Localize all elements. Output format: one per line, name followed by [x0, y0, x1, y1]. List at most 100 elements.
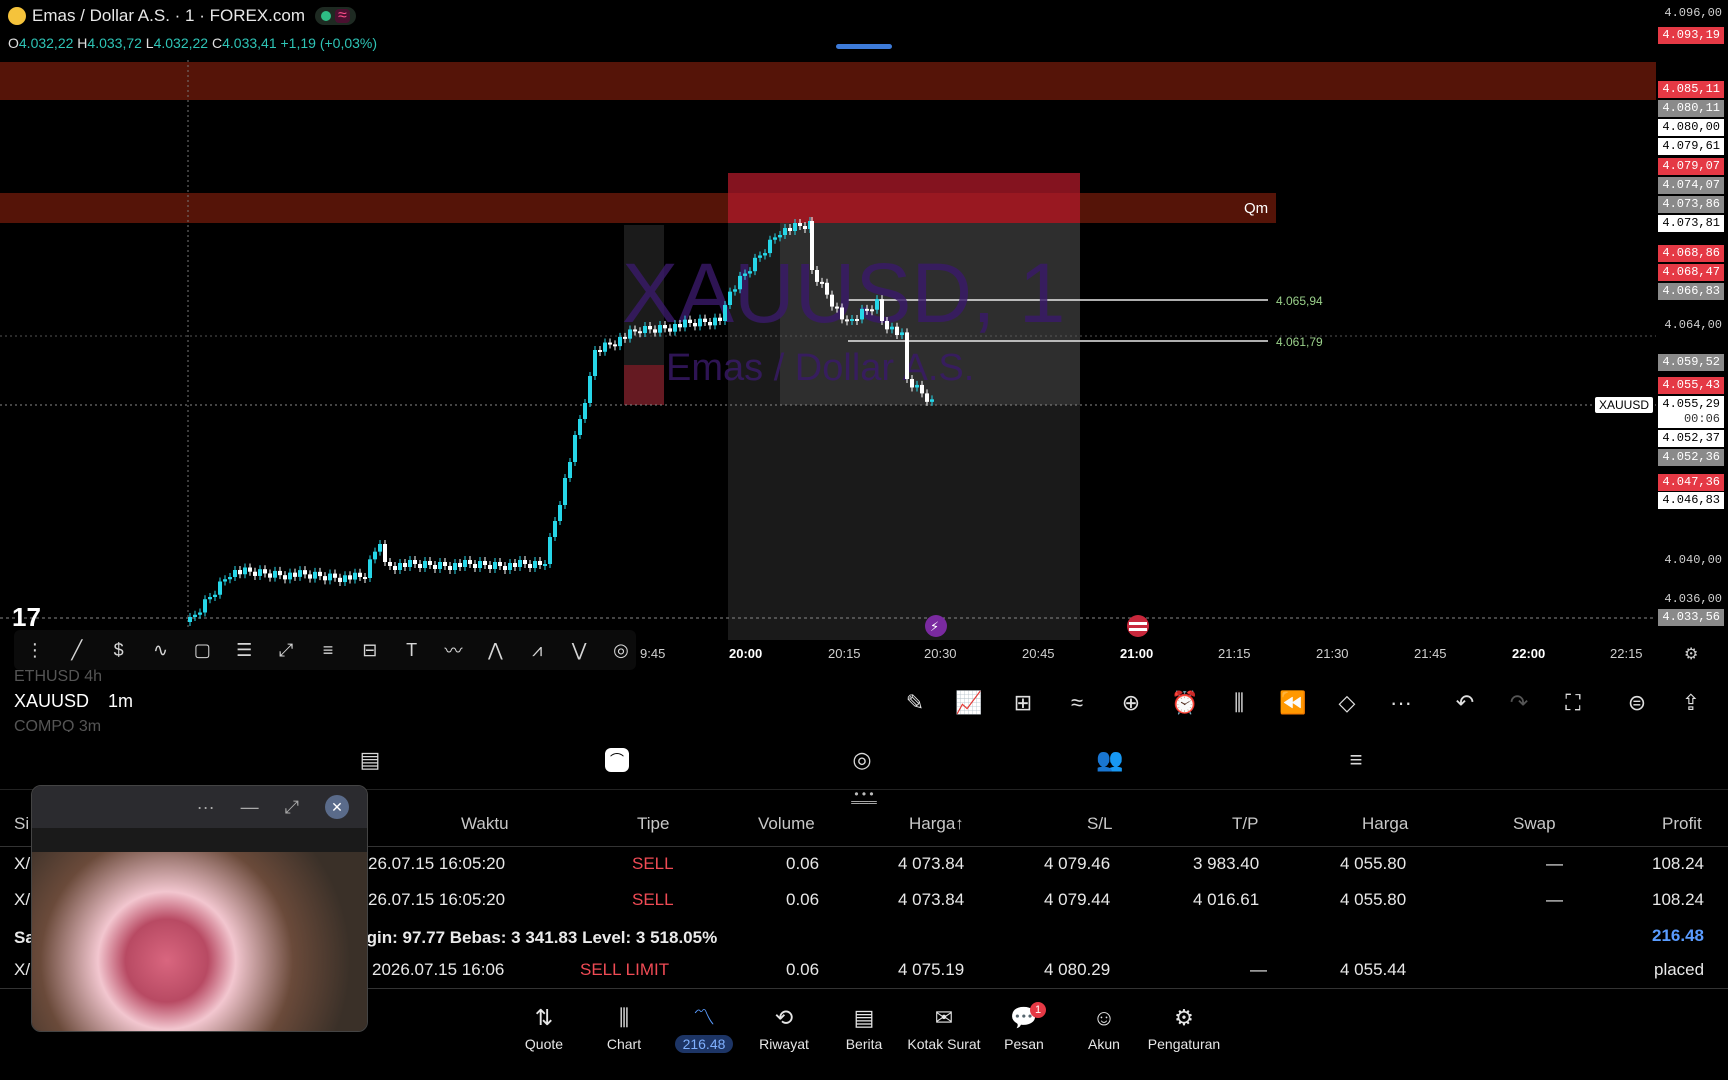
nav-mailbox[interactable]: ✉ Kotak Surat	[902, 1004, 986, 1052]
bar-countdown: 00:06	[1658, 411, 1724, 428]
nav-settings[interactable]: ⚙ Pengaturan	[1142, 1004, 1226, 1052]
watchlist-icon[interactable]: ▤	[354, 744, 386, 776]
pencil-icon[interactable]: ✎	[900, 688, 930, 718]
drag-dots-icon[interactable]: ⋮	[20, 635, 50, 666]
time-label: 20:30	[924, 646, 957, 661]
price-label: 4.085,11	[1658, 81, 1724, 98]
col-swap[interactable]: Swap	[1513, 814, 1556, 834]
candle-body	[543, 564, 547, 566]
price-label-icon[interactable]: $	[104, 635, 134, 666]
curve-icon[interactable]: ∿	[146, 635, 176, 666]
price-label: 4.068,47	[1658, 264, 1724, 281]
community-icon[interactable]: 👥	[1094, 744, 1126, 776]
replay-icon[interactable]: ⏪	[1278, 688, 1308, 718]
close-icon[interactable]: ✕	[325, 795, 349, 819]
pattern-icon[interactable]: ⋀	[480, 635, 510, 666]
col-profit[interactable]: Profit	[1662, 814, 1702, 834]
picture-in-picture[interactable]: ··· — ⤢ ✕	[31, 785, 368, 1032]
col-price[interactable]: Harga↑	[909, 814, 964, 834]
col-tp[interactable]: T/P	[1232, 814, 1258, 834]
row-current-price: 4 055.80	[1340, 854, 1407, 873]
price-label: 4.073,86	[1658, 196, 1724, 213]
elliott-icon[interactable]: ⋁	[564, 635, 594, 666]
grid-icon[interactable]: ⊞	[1008, 688, 1038, 718]
indicators-icon[interactable]: 📈	[954, 688, 984, 718]
candle-body	[413, 560, 417, 564]
explore-icon[interactable]: ◎	[846, 744, 878, 776]
candle-body	[208, 597, 212, 600]
symbol-row[interactable]: ETHUSD 4h XAUUSD 1m COMPQ 3m ✎ 📈 ⊞ ≈ ⊕ ⏰…	[0, 668, 1728, 735]
layers-icon[interactable]: ◇	[1332, 688, 1362, 718]
drawing-toolbar[interactable]: ⋮ ╱ $ ∿ ▢ ☰ ⤢ ≡ ⊟ T 〰 ⋀ ⩘ ⋁ ◎	[14, 630, 636, 670]
ray-icon[interactable]: ⤢	[271, 635, 301, 666]
rectangle-icon[interactable]: ▢	[187, 635, 217, 666]
candle-body	[648, 326, 652, 330]
nav-news[interactable]: ▤ Berita	[822, 1004, 906, 1052]
pip-controls[interactable]: ··· — ⤢ ✕	[32, 786, 367, 828]
nav-chart[interactable]: ⫼ Chart	[582, 1004, 666, 1052]
share-icon[interactable]: ⇪	[1676, 688, 1706, 718]
candle-body	[603, 342, 607, 352]
nav-quote[interactable]: ⇅ Quote	[502, 1004, 586, 1052]
snapshot-icon[interactable]: ⊜	[1622, 688, 1652, 718]
current-symbol[interactable]: XAUUSD	[14, 691, 89, 712]
parallel-icon[interactable]: ⊟	[355, 635, 385, 666]
expand-icon[interactable]: ⤢	[285, 797, 299, 818]
alarm-icon[interactable]: ⏰	[1170, 688, 1200, 718]
candle-body	[778, 235, 782, 238]
add-icon[interactable]: ⊕	[1116, 688, 1146, 718]
row-volume: 0.06	[786, 854, 820, 873]
candle-body	[613, 344, 617, 347]
target-icon[interactable]: ◎	[606, 635, 636, 666]
abcd-icon[interactable]: ⩘	[522, 635, 552, 666]
candle-type-icon[interactable]: ⫼	[1224, 688, 1254, 718]
fullscreen-icon[interactable]: ⛶	[1558, 688, 1588, 718]
col-time[interactable]: Waktu	[461, 814, 509, 834]
col-type[interactable]: Tipe	[637, 814, 669, 834]
more-icon[interactable]: ···	[1386, 688, 1416, 718]
minimize-icon[interactable]: —	[241, 797, 259, 818]
market-status[interactable]: ≈	[315, 7, 356, 25]
text-tool-icon[interactable]: T	[397, 635, 427, 666]
candle-body	[268, 573, 272, 578]
menu-icon[interactable]: ≡	[1340, 744, 1372, 776]
chart-area[interactable]: XAUUSD, 1 Emas / Dollar A.S. 4.065,94 4.…	[0, 0, 1728, 672]
candle-body	[850, 319, 854, 321]
path-icon[interactable]: 〰	[439, 635, 469, 666]
split-handle[interactable]: • • • ═══	[835, 788, 893, 808]
undo-icon[interactable]: ↶	[1450, 688, 1480, 718]
col-symbol[interactable]: Si	[14, 814, 29, 834]
candle-body	[658, 325, 662, 333]
settings-icon[interactable]: ⚙	[1684, 644, 1698, 664]
chart-nav-icon[interactable]: ⌒	[605, 748, 629, 772]
chart-nav[interactable]: ▤ ⌒ ◎ 👥 ≡	[0, 732, 1728, 790]
pip-video[interactable]	[32, 852, 367, 1031]
redo-icon[interactable]: ↷	[1504, 688, 1534, 718]
candle-body	[418, 564, 422, 568]
col-current-price[interactable]: Harga	[1362, 814, 1408, 834]
chart-header[interactable]: Emas / Dollar A.S. · 1 · FOREX.com ≈	[8, 6, 356, 26]
candle-body	[825, 282, 829, 295]
candle-body	[263, 569, 267, 574]
candle-body	[388, 562, 392, 566]
nav-messages[interactable]: 💬 Pesan 1	[982, 1002, 1066, 1052]
compare-icon[interactable]: ≈	[1062, 688, 1092, 718]
nav-trade[interactable]: 〽 216.48	[662, 1004, 746, 1053]
candle-body	[238, 570, 242, 575]
candle-body	[468, 560, 472, 564]
price-chart[interactable]: XAUUSD, 1 Emas / Dollar A.S. 4.065,94 4.…	[0, 0, 1656, 640]
ghost-symbol-top[interactable]: ETHUSD 4h	[14, 668, 102, 686]
col-volume[interactable]: Volume	[758, 814, 815, 834]
fib-icon[interactable]: ≡	[313, 635, 343, 666]
candle-body	[423, 561, 427, 568]
price-axis[interactable]: 4.096,00 4.064,00 4.040,00 4.036,00 4.093,19…	[1656, 0, 1728, 640]
more-icon[interactable]: ···	[197, 797, 215, 818]
nav-history[interactable]: ⟲ Riwayat	[742, 1004, 826, 1052]
trend-line-icon[interactable]: ╱	[62, 635, 92, 666]
horizontal-lines-icon[interactable]: ☰	[229, 635, 259, 666]
nav-account[interactable]: ☺ Akun	[1062, 1004, 1146, 1052]
price-label: 4.052,36	[1658, 449, 1724, 466]
drag-handle[interactable]	[836, 44, 892, 49]
current-timeframe[interactable]: 1m	[108, 691, 133, 712]
col-sl[interactable]: S/L	[1087, 814, 1113, 834]
